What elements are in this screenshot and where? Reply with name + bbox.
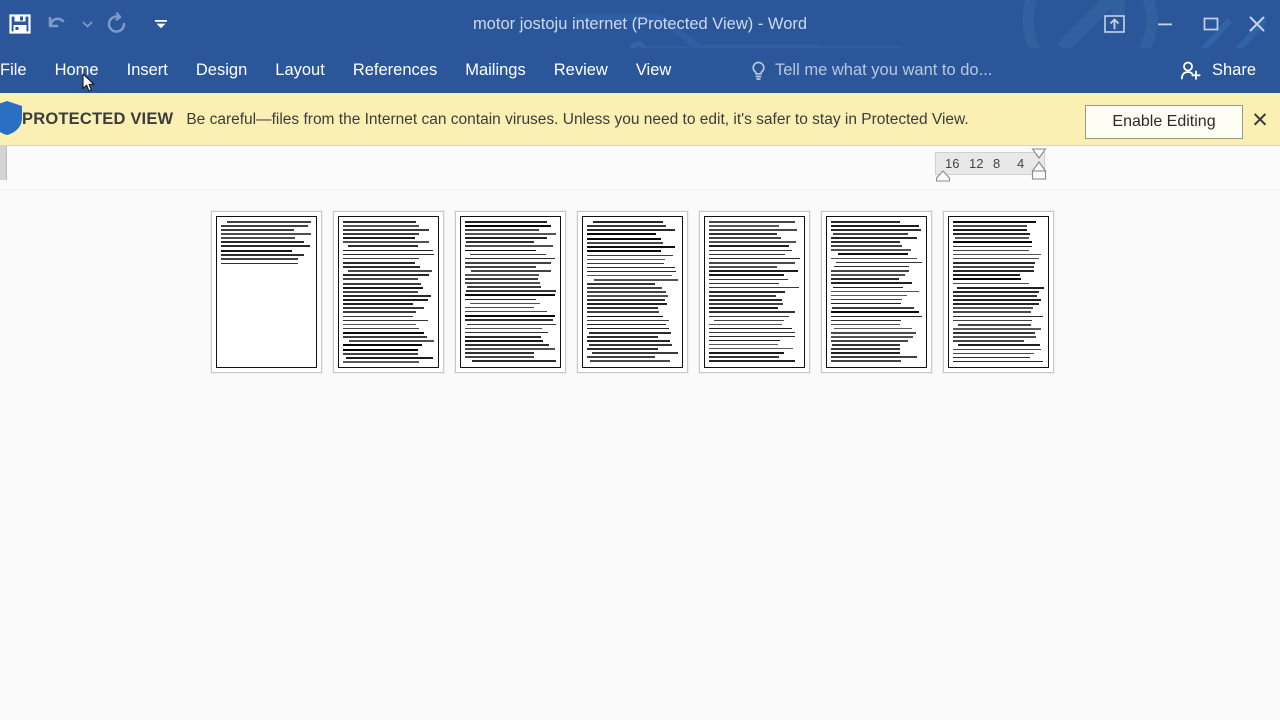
protected-view-badge: PROTECTED VIEW (22, 109, 174, 128)
ruler-tick-16: 16 (945, 156, 960, 171)
tab-review[interactable]: Review (540, 48, 622, 93)
mouse-cursor (82, 73, 95, 92)
page-body (704, 216, 805, 368)
tell-me-placeholder: Tell me what you want to do... (775, 61, 993, 79)
page-thumbnail[interactable] (577, 211, 688, 373)
word-window: motor jostoju internet (Protected View) … (0, 0, 1280, 720)
save-icon (9, 14, 31, 34)
share-person-icon (1180, 61, 1201, 80)
redo-icon (107, 12, 126, 33)
page-text-block (953, 221, 1044, 363)
page-body (216, 216, 317, 368)
page-thumbnail[interactable] (943, 211, 1054, 373)
lightbulb-icon (752, 61, 765, 80)
enable-editing-button[interactable]: Enable Editing (1085, 105, 1243, 139)
dismiss-protected-view-button[interactable]: ✕ (1248, 108, 1272, 132)
page-thumbnail[interactable] (333, 211, 444, 373)
ribbon-display-options-button[interactable] (1086, 0, 1142, 48)
page-text-block (831, 221, 922, 363)
undo-icon (48, 16, 65, 28)
share-label: Share (1211, 61, 1256, 79)
page-body (826, 216, 927, 368)
ribbon-display-options-icon (1103, 14, 1125, 33)
ruler-tick-12: 12 (969, 156, 984, 171)
tab-insert[interactable]: Insert (113, 48, 182, 93)
tab-view[interactable]: View (622, 48, 685, 93)
tab-design[interactable]: Design (182, 48, 261, 93)
redo-button[interactable] (100, 4, 134, 44)
page-text-block (465, 221, 556, 363)
page-body (460, 216, 561, 368)
maximize-icon (1203, 17, 1219, 31)
page-thumbnail-strip (211, 211, 1054, 373)
ruler-area: 16 12 8 4 (0, 146, 1280, 190)
tab-layout[interactable]: Layout (261, 48, 339, 93)
close-icon (1249, 16, 1265, 32)
tab-home[interactable]: Home (41, 48, 113, 93)
right-indent-box-marker[interactable] (1031, 170, 1047, 180)
page-thumbnail[interactable] (699, 211, 810, 373)
tell-me-search[interactable]: Tell me what you want to do... (750, 48, 992, 93)
customize-qat-button[interactable] (146, 4, 176, 44)
customize-qat-icon (155, 20, 167, 29)
protected-view-message: Be careful—files from the Internet can c… (186, 110, 969, 128)
close-button[interactable] (1234, 0, 1280, 48)
chevron-down-icon (81, 21, 93, 28)
shield-icon (0, 101, 22, 135)
page-text-block (343, 221, 434, 363)
page-thumbnail[interactable] (455, 211, 566, 373)
page-thumbnail[interactable] (211, 211, 322, 373)
horizontal-ruler[interactable]: 16 12 8 4 (935, 152, 1045, 175)
save-button[interactable] (0, 4, 40, 44)
page-text-block (709, 221, 800, 363)
undo-button[interactable] (40, 4, 74, 44)
page-thumbnail[interactable] (821, 211, 932, 373)
tab-mailings[interactable]: Mailings (451, 48, 540, 93)
first-line-indent-marker[interactable] (1031, 148, 1047, 160)
tab-file[interactable]: File (0, 48, 41, 93)
title-bar: motor jostoju internet (Protected View) … (0, 0, 1280, 48)
undo-dropdown-button[interactable] (74, 4, 100, 44)
minimize-button[interactable] (1142, 0, 1188, 48)
vertical-ruler[interactable] (0, 146, 7, 180)
minimize-icon (1158, 23, 1172, 26)
page-body (338, 216, 439, 368)
share-button[interactable]: Share (1161, 48, 1280, 93)
page-text-block (221, 221, 312, 363)
ribbon-tabs: File Home Insert Design Layout Reference… (0, 48, 685, 93)
page-body (948, 216, 1049, 368)
window-controls (1086, 0, 1280, 48)
ribbon-tab-strip: File Home Insert Design Layout Reference… (0, 48, 1280, 93)
quick-access-toolbar (0, 0, 176, 48)
maximize-button[interactable] (1188, 0, 1234, 48)
page-text-block (587, 221, 678, 363)
ruler-tick-8: 8 (993, 156, 1001, 171)
left-indent-marker[interactable] (935, 170, 951, 182)
protected-view-bar: PROTECTED VIEW Be careful—files from the… (0, 93, 1280, 146)
tab-references[interactable]: References (339, 48, 451, 93)
page-body (582, 216, 683, 368)
